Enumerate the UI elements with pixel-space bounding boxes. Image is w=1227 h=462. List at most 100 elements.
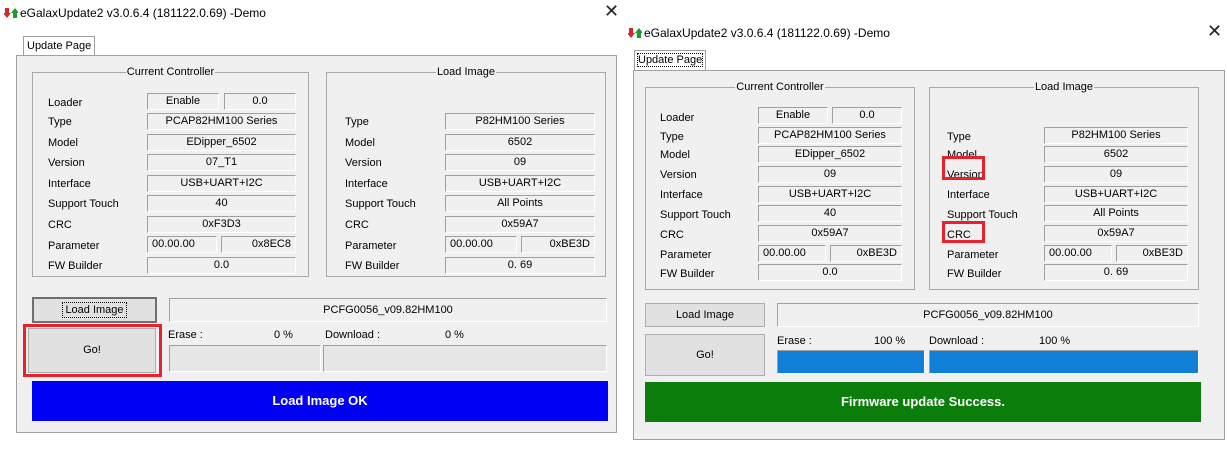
left-cc-label-parameter: Parameter bbox=[48, 240, 100, 252]
left-file-name: PCFG0056_v09.82HM100 bbox=[169, 298, 607, 322]
left-current-controller-legend: Current Controller bbox=[126, 66, 215, 78]
right-cc-label-fw-builder: FW Builder bbox=[660, 268, 715, 280]
app-arrows-icon bbox=[4, 8, 18, 18]
left-li-version: 09 bbox=[445, 154, 595, 171]
left-cc-crc: 0xF3D3 bbox=[147, 216, 296, 233]
left-window-title: eGalaxUpdate2 v3.0.6.4 (181122.0.69) -De… bbox=[20, 6, 266, 20]
left-cc-loader-version: 0.0 bbox=[224, 93, 296, 110]
left-titlebar: eGalaxUpdate2 v3.0.6.4 (181122.0.69) -De… bbox=[0, 0, 620, 26]
left-load-image-button[interactable]: Load Image bbox=[32, 297, 157, 323]
left-download-label: Download : bbox=[325, 329, 381, 341]
left-cc-label-fw-builder: FW Builder bbox=[48, 260, 103, 272]
left-close-icon[interactable]: ✕ bbox=[604, 2, 619, 20]
left-li-fw-builder: 0. 69 bbox=[445, 257, 595, 274]
left-li-parameter-a: 00.00.00 bbox=[445, 236, 517, 253]
right-cc-label-version: Version bbox=[660, 169, 697, 181]
right-cc-label-parameter: Parameter bbox=[660, 249, 712, 261]
left-li-label-interface: Interface bbox=[345, 178, 388, 190]
right-li-fw-builder: 0. 69 bbox=[1044, 264, 1188, 281]
right-li-interface: USB+UART+I2C bbox=[1044, 186, 1188, 203]
right-cc-label-interface: Interface bbox=[660, 189, 703, 201]
left-cc-loader-mode: Enable bbox=[147, 93, 219, 110]
left-li-model: 6502 bbox=[445, 134, 595, 151]
left-download-progress-bar bbox=[323, 345, 607, 372]
app-arrows-icon bbox=[628, 28, 642, 38]
right-li-model: 6502 bbox=[1044, 146, 1188, 163]
right-window-title: eGalaxUpdate2 v3.0.6.4 (181122.0.69) -De… bbox=[644, 26, 890, 40]
right-titlebar: eGalaxUpdate2 v3.0.6.4 (181122.0.69) -De… bbox=[624, 20, 1227, 46]
left-li-type: P82HM100 Series bbox=[445, 113, 595, 130]
left-li-label-version: Version bbox=[345, 157, 382, 169]
right-cc-label-loader: Loader bbox=[660, 112, 695, 124]
right-load-image-legend: Load Image bbox=[1034, 81, 1094, 93]
right-cc-label-support-touch: Support Touch bbox=[660, 209, 731, 221]
left-window: eGalaxUpdate2 v3.0.6.4 (181122.0.69) -De… bbox=[0, 0, 620, 462]
right-go-button[interactable]: Go! bbox=[645, 334, 765, 376]
right-cc-loader-mode: Enable bbox=[758, 107, 828, 124]
left-li-label-support-touch: Support Touch bbox=[345, 198, 416, 210]
left-load-image-legend: Load Image bbox=[436, 66, 496, 78]
right-load-image-button[interactable]: Load Image bbox=[645, 303, 765, 327]
right-cc-interface: USB+UART+I2C bbox=[758, 186, 902, 203]
left-cc-parameter-b: 0x8EC8 bbox=[221, 236, 296, 253]
left-cc-label-model: Model bbox=[48, 137, 78, 149]
right-erase-progress-bar bbox=[777, 350, 925, 374]
left-li-interface: USB+UART+I2C bbox=[445, 175, 595, 192]
right-li-label-fw-builder: FW Builder bbox=[947, 268, 1002, 280]
right-download-label: Download : bbox=[929, 335, 985, 347]
right-li-support-touch: All Points bbox=[1044, 205, 1188, 222]
right-tab-update-page[interactable]: Update Page bbox=[634, 50, 707, 70]
right-cc-label-crc: CRC bbox=[660, 229, 684, 241]
left-cc-type: PCAP82HM100 Series bbox=[147, 113, 296, 130]
right-cc-fw-builder: 0.0 bbox=[758, 264, 902, 281]
right-window: eGalaxUpdate2 v3.0.6.4 (181122.0.69) -De… bbox=[624, 0, 1227, 462]
right-download-progress-bar bbox=[929, 350, 1199, 374]
left-cc-parameter-a: 00.00.00 bbox=[147, 236, 217, 253]
right-cc-parameter-b: 0xBE3D bbox=[830, 245, 902, 262]
left-cc-support-touch: 40 bbox=[147, 195, 296, 212]
right-cc-model: EDipper_6502 bbox=[758, 146, 902, 163]
right-li-type: P82HM100 Series bbox=[1044, 127, 1188, 144]
right-li-label-parameter: Parameter bbox=[947, 249, 999, 261]
left-li-label-fw-builder: FW Builder bbox=[345, 260, 400, 272]
right-li-label-interface: Interface bbox=[947, 189, 990, 201]
left-cc-label-support-touch: Support Touch bbox=[48, 198, 119, 210]
right-erase-label: Erase : bbox=[777, 335, 812, 347]
right-download-percent: 100 % bbox=[1039, 335, 1071, 347]
right-download-progress-fill bbox=[930, 351, 1198, 373]
left-cc-model: EDipper_6502 bbox=[147, 134, 296, 151]
right-erase-percent: 100 % bbox=[874, 335, 906, 347]
left-li-parameter-b: 0xBE3D bbox=[521, 236, 595, 253]
right-cc-loader-version: 0.0 bbox=[832, 107, 902, 124]
right-crc-label-highlight bbox=[942, 221, 985, 243]
left-cc-label-type: Type bbox=[48, 116, 72, 128]
right-li-label-type: Type bbox=[947, 131, 971, 143]
right-cc-parameter-a: 00.00.00 bbox=[758, 245, 826, 262]
left-erase-percent: 0 % bbox=[274, 329, 293, 341]
left-cc-label-version: Version bbox=[48, 157, 85, 169]
left-cc-interface: USB+UART+I2C bbox=[147, 175, 296, 192]
right-version-label-highlight bbox=[942, 156, 985, 180]
left-cc-fw-builder: 0.0 bbox=[147, 257, 296, 274]
left-li-label-type: Type bbox=[345, 116, 369, 128]
left-status-banner: Load Image OK bbox=[32, 381, 608, 421]
right-cc-support-touch: 40 bbox=[758, 205, 902, 222]
right-cc-label-type: Type bbox=[660, 131, 684, 143]
right-li-version: 09 bbox=[1044, 166, 1188, 183]
left-cc-label-crc: CRC bbox=[48, 219, 72, 231]
right-status-banner: Firmware update Success. bbox=[645, 382, 1201, 422]
left-li-label-parameter: Parameter bbox=[345, 240, 397, 252]
left-erase-progress-bar bbox=[169, 345, 321, 372]
right-close-icon[interactable]: ✕ bbox=[1207, 22, 1222, 40]
right-cc-version: 09 bbox=[758, 166, 902, 183]
left-li-label-model: Model bbox=[345, 137, 375, 149]
left-cc-label-interface: Interface bbox=[48, 178, 91, 190]
left-li-support-touch: All Points bbox=[445, 195, 595, 212]
left-erase-label: Erase : bbox=[168, 329, 203, 341]
right-cc-type: PCAP82HM100 Series bbox=[758, 127, 902, 144]
right-file-name: PCFG0056_v09.82HM100 bbox=[777, 303, 1199, 327]
left-cc-label-loader: Loader bbox=[48, 97, 83, 109]
right-cc-crc: 0x59A7 bbox=[758, 225, 902, 242]
left-tab-update-page[interactable]: Update Page bbox=[23, 36, 96, 56]
left-li-crc: 0x59A7 bbox=[445, 216, 595, 233]
